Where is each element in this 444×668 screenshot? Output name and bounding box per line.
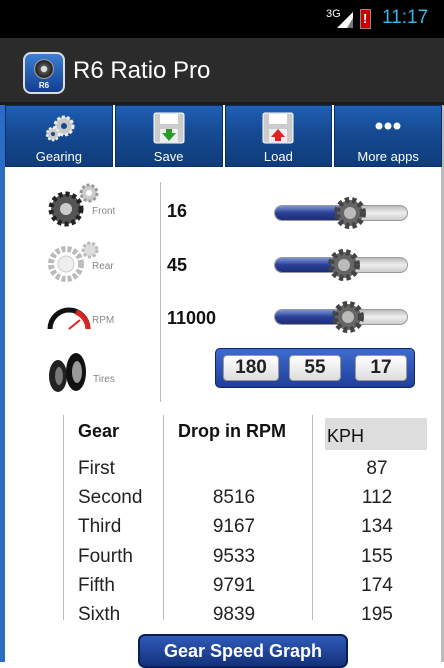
header-drop-rpm: Drop in RPM [178,421,286,441]
front-value: 16 [167,201,188,221]
more-apps-button[interactable]: More apps [334,105,442,167]
save-icon [153,112,185,144]
gear-rpm-drop: 9839 [212,604,256,625]
gearing-label: Gearing [35,149,82,164]
front-slider-thumb[interactable] [332,195,368,231]
unit-selector[interactable]: KPH [325,418,427,450]
front-label: Front [92,206,116,217]
more-dots-icon [375,122,401,130]
gear-speed: 174 [361,575,393,596]
gear-speed: 195 [361,604,393,625]
gear-rpm-drop: 9167 [212,516,256,537]
gear-speed-graph-button[interactable]: Gear Speed Graph [138,634,348,668]
signal-icon [337,12,353,28]
save-button[interactable]: Save [114,105,223,167]
table-divider-right [312,415,313,620]
param-divider [160,182,161,402]
app-logo-text: R6 [38,81,50,90]
load-label: Load [263,149,293,164]
action-bar [0,38,444,105]
clock: 11:17 [382,7,429,28]
gear-rpm-drop: 9791 [212,575,256,596]
rear-value: 45 [167,255,188,275]
app-title: R6 Ratio Pro [73,57,211,84]
gear-rpm-drop: 9533 [212,546,256,567]
battery-icon [360,9,371,29]
rpm-gauge-icon [47,307,91,330]
rpm-slider-thumb[interactable] [330,299,366,335]
save-label: Save [153,149,184,164]
logo-disc [34,59,54,79]
tires-icon [49,353,86,392]
gearing-button[interactable]: Gearing [5,105,113,167]
gear-name: Fourth [78,546,133,567]
gears-icon [45,115,75,142]
gear-speed: 87 [366,458,388,479]
gear-speed: 134 [361,516,393,537]
toolbar: Gearing Save Load More apps [5,105,442,167]
gear-name: Third [78,516,122,537]
tire-aspect-field[interactable]: 55 [289,355,341,381]
tire-width-field[interactable]: 180 [223,355,279,381]
tire-rim-field[interactable]: 17 [355,355,407,381]
gear-speed: 155 [361,546,393,567]
table-divider-middle [163,415,164,620]
load-icon [262,112,294,144]
app-logo-icon[interactable]: R6 [23,52,65,94]
gear-rpm-drop: 8516 [212,487,256,508]
gear-name: Fifth [78,575,115,596]
load-button[interactable]: Load [224,105,333,167]
rear-label: Rear [92,261,114,272]
rpm-value: 11000 [167,308,217,328]
gear-name: First [78,458,115,479]
status-bar: 3G 11:17 [0,0,444,38]
gear-speed: 112 [361,487,393,508]
tires-label: Tires [93,374,115,385]
gear-name: Sixth [78,604,121,625]
rear-slider-thumb[interactable] [326,247,362,283]
gear-name: Second [78,487,143,508]
header-gear: Gear [78,421,120,441]
rpm-label: RPM [92,315,115,326]
more-apps-label: More apps [357,149,419,164]
tire-size-box: 180 55 17 [215,348,415,388]
table-divider-left [63,415,64,620]
